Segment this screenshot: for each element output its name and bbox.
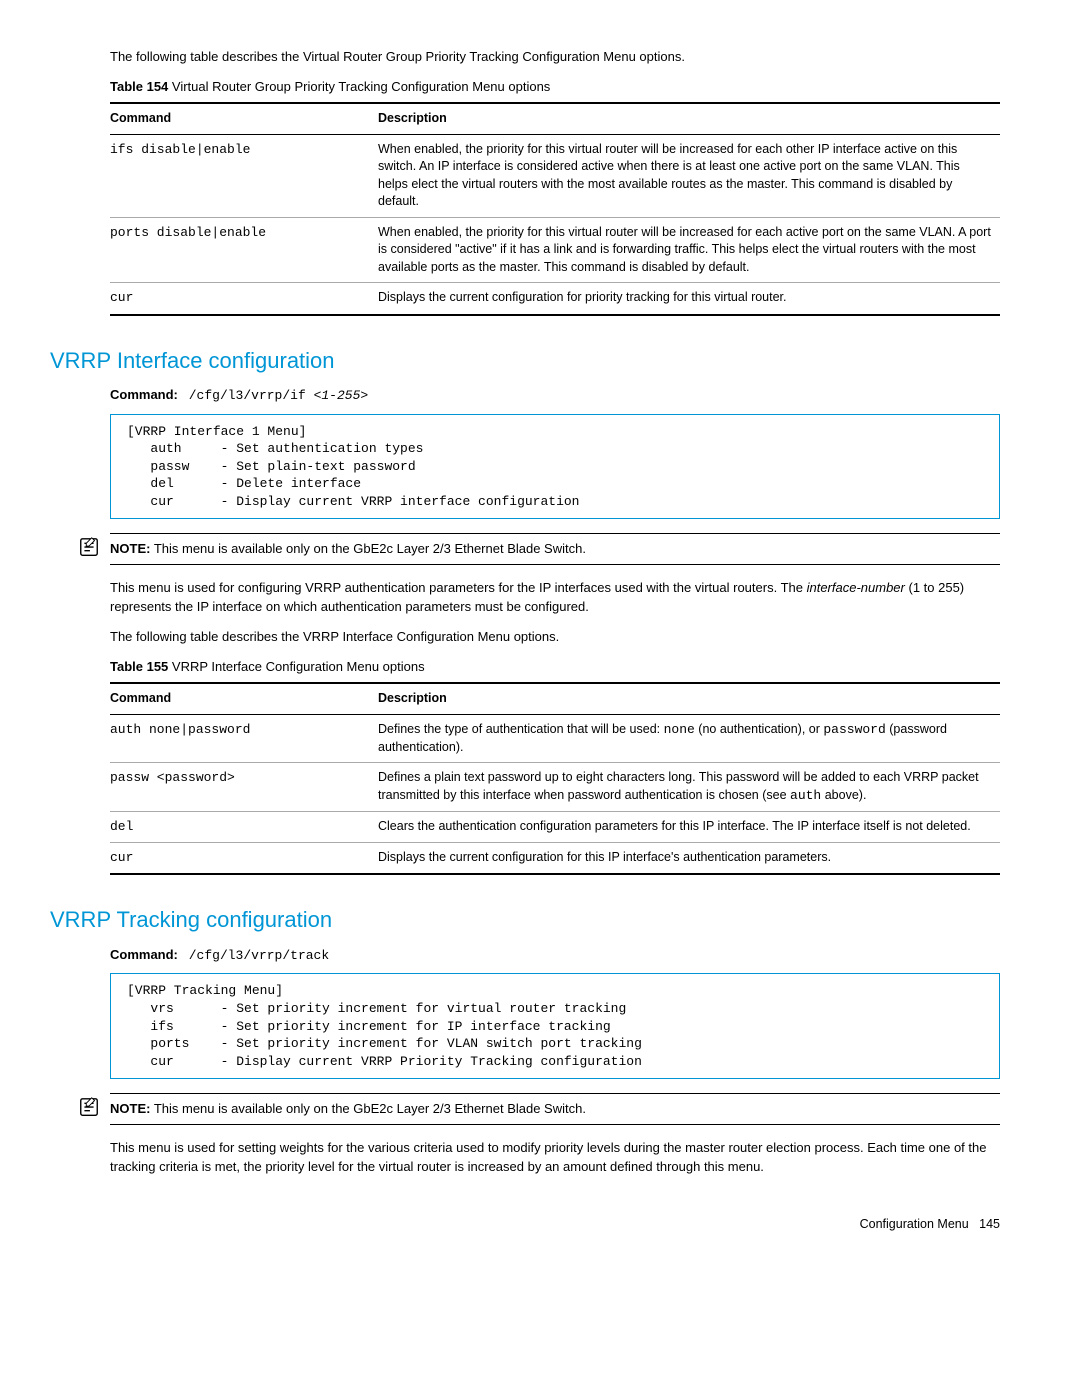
code-box-if: [VRRP Interface 1 Menu] auth - Set authe… (110, 414, 1000, 520)
table-row: passw <password> Defines a plain text pa… (110, 763, 1000, 812)
heading-vrrp-tracking: VRRP Tracking configuration (50, 905, 1030, 936)
table154-caption: Table 154 Virtual Router Group Priority … (110, 78, 1000, 96)
desc-cell: Displays the current configuration for p… (378, 283, 1000, 315)
note-track: NOTE: This menu is available only on the… (110, 1093, 1000, 1125)
note-label: NOTE: (110, 1101, 150, 1116)
if-paragraph-1: This menu is used for configuring VRRP a… (110, 579, 1000, 615)
note-icon (78, 536, 100, 558)
desc-cell: When enabled, the priority for this virt… (378, 217, 1000, 283)
table155-head-cmd: Command (110, 683, 378, 714)
table154-head-desc: Description (378, 103, 1000, 134)
table155-caption: Table 155 VRRP Interface Configuration M… (110, 658, 1000, 676)
footer-page: 145 (979, 1217, 1000, 1231)
table-row: del Clears the authentication configurat… (110, 812, 1000, 843)
track-paragraph: This menu is used for setting weights fo… (110, 1139, 1000, 1175)
desc-cell: Clears the authentication configuration … (378, 812, 1000, 843)
desc-cell: When enabled, the priority for this virt… (378, 134, 1000, 217)
page-footer: Configuration Menu 145 (50, 1216, 1030, 1234)
table-row: cur Displays the current configuration f… (110, 843, 1000, 875)
cmd-cell: del (110, 812, 378, 843)
note-text: This menu is available only on the GbE2c… (150, 541, 586, 556)
note-icon (78, 1096, 100, 1118)
command-text: /cfg/l3/vrrp/track (189, 948, 329, 963)
cmd-cell: auth none|password (110, 714, 378, 763)
cmd-cell: cur (110, 843, 378, 875)
table-row: cur Displays the current configuration f… (110, 283, 1000, 315)
table155-head-desc: Description (378, 683, 1000, 714)
command-line-if: Command: /cfg/l3/vrrp/if <1-255> (110, 386, 1000, 405)
command-arg: <1-255> (314, 388, 369, 403)
desc-cell: Defines a plain text password up to eigh… (378, 763, 1000, 812)
intro-paragraph: The following table describes the Virtua… (110, 48, 1000, 66)
command-label: Command: (110, 387, 178, 402)
if-paragraph-2: The following table describes the VRRP I… (110, 628, 1000, 646)
table154-number: Table 154 (110, 79, 168, 94)
table154: Command Description ifs disable|enable W… (110, 102, 1000, 315)
note-if: NOTE: This menu is available only on the… (110, 533, 1000, 565)
command-text: /cfg/l3/vrrp/if (189, 388, 314, 403)
footer-text: Configuration Menu (860, 1217, 969, 1231)
table155: Command Description auth none|password D… (110, 682, 1000, 875)
table-row: ports disable|enable When enabled, the p… (110, 217, 1000, 283)
table154-caption-text: Virtual Router Group Priority Tracking C… (168, 79, 550, 94)
table-row: auth none|password Defines the type of a… (110, 714, 1000, 763)
command-line-track: Command: /cfg/l3/vrrp/track (110, 946, 1000, 965)
desc-cell: Displays the current configuration for t… (378, 843, 1000, 875)
code-box-track: [VRRP Tracking Menu] vrs - Set priority … (110, 973, 1000, 1079)
heading-vrrp-interface: VRRP Interface configuration (50, 346, 1030, 377)
table155-number: Table 155 (110, 659, 168, 674)
desc-cell: Defines the type of authentication that … (378, 714, 1000, 763)
table154-head-cmd: Command (110, 103, 378, 134)
cmd-cell: ports disable|enable (110, 217, 378, 283)
command-label: Command: (110, 947, 178, 962)
table-row: ifs disable|enable When enabled, the pri… (110, 134, 1000, 217)
cmd-cell: ifs disable|enable (110, 134, 378, 217)
note-text: This menu is available only on the GbE2c… (150, 1101, 586, 1116)
cmd-cell: cur (110, 283, 378, 315)
table155-caption-text: VRRP Interface Configuration Menu option… (168, 659, 424, 674)
cmd-cell: passw <password> (110, 763, 378, 812)
note-label: NOTE: (110, 541, 150, 556)
